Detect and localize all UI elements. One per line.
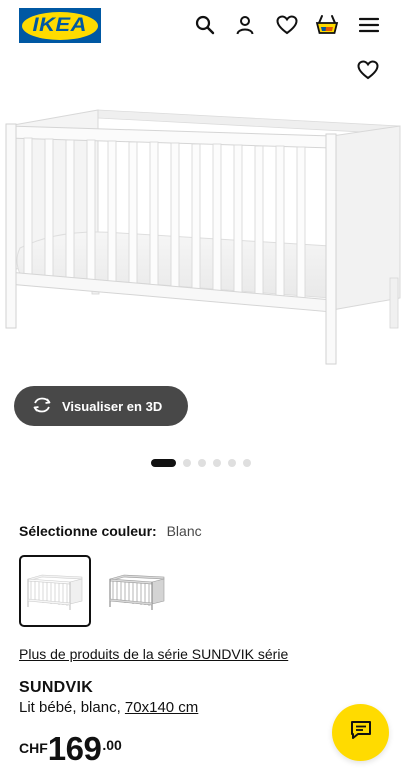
price-currency: CHF — [19, 740, 48, 756]
product-price: CHF 169 .00 — [19, 732, 122, 765]
color-label: Sélectionne couleur: — [19, 523, 157, 539]
color-value: Blanc — [166, 523, 202, 539]
carousel-dot[interactable] — [183, 459, 191, 467]
carousel-dot[interactable] — [228, 459, 236, 467]
logo-text: IKEA — [32, 14, 88, 36]
carousel-dot[interactable] — [151, 459, 176, 467]
rotate-3d-icon — [32, 397, 52, 416]
product-image[interactable] — [0, 88, 408, 378]
color-selection-row: Sélectionne couleur: Blanc — [19, 523, 202, 539]
menu-icon[interactable] — [356, 12, 382, 38]
logo-oval: IKEA — [22, 11, 98, 40]
visualise-3d-button[interactable]: Visualiser en 3D — [14, 386, 188, 426]
ikea-logo[interactable]: IKEA — [19, 8, 101, 43]
top-header: IKEA — [0, 0, 408, 52]
product-name: SUNDVIK — [19, 679, 94, 696]
product-description-text: Lit bébé, blanc, — [19, 699, 125, 716]
price-amount: 169 — [47, 730, 102, 767]
carousel-dot[interactable] — [243, 459, 251, 467]
wishlist-icon[interactable] — [274, 12, 300, 38]
cart-icon[interactable] — [314, 12, 340, 38]
product-wishlist-icon[interactable] — [357, 60, 381, 84]
color-swatch-white[interactable] — [19, 555, 91, 627]
product-description: Lit bébé, blanc, 70x140 cm — [19, 699, 198, 716]
account-icon[interactable] — [232, 12, 258, 38]
product-size-link[interactable]: 70x140 cm — [125, 699, 198, 716]
search-icon[interactable] — [192, 12, 218, 38]
image-carousel-indicator — [151, 459, 251, 467]
price-cents: .00 — [102, 737, 122, 753]
carousel-dot[interactable] — [198, 459, 206, 467]
visualise-3d-label: Visualiser en 3D — [62, 398, 163, 414]
chat-button[interactable] — [332, 704, 389, 761]
color-swatch-grey[interactable] — [101, 555, 173, 627]
series-link[interactable]: Plus de produits de la série SUNDVIK sér… — [19, 646, 288, 662]
chat-icon — [350, 720, 372, 745]
carousel-dot[interactable] — [213, 459, 221, 467]
